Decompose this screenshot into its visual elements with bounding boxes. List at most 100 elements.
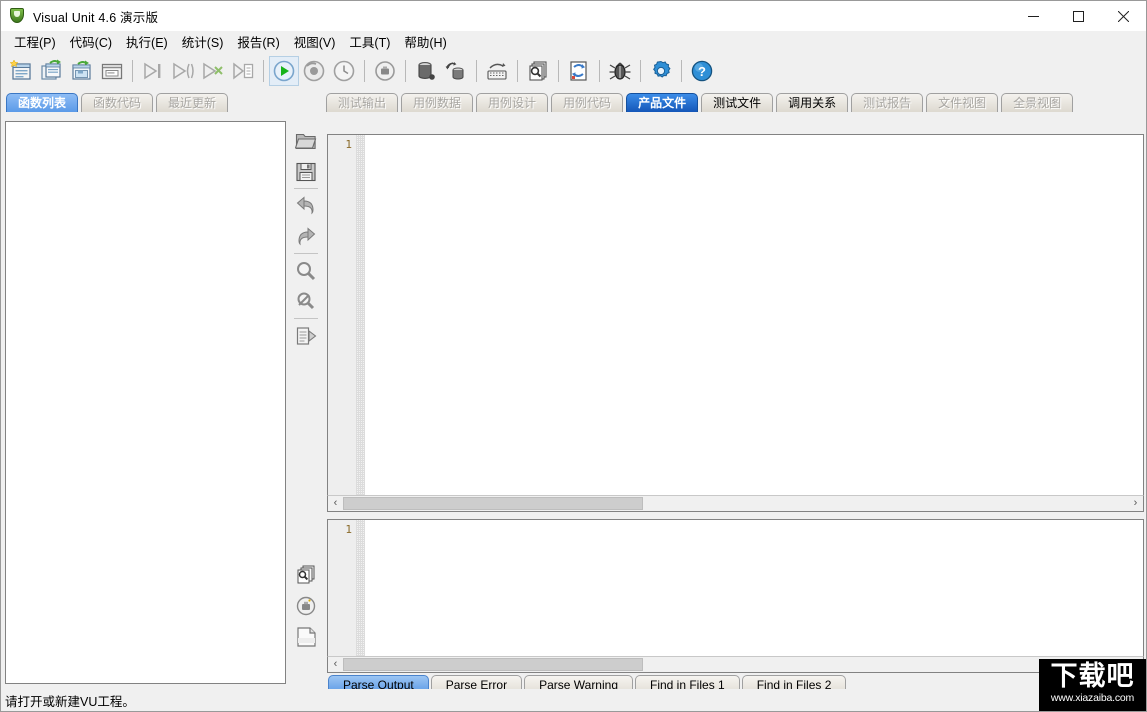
maximize-icon[interactable]: [1056, 1, 1101, 31]
tab-panorama-view[interactable]: 全景视图: [1001, 93, 1074, 112]
tab-function-list[interactable]: 函数列表: [6, 93, 79, 112]
toolbar-separator: [364, 60, 365, 82]
toolbar-separator: [558, 60, 559, 82]
tab-product-file[interactable]: 产品文件: [626, 93, 699, 112]
scrollbar-thumb[interactable]: [343, 497, 643, 510]
menu-item-help[interactable]: 帮助(H): [397, 30, 453, 54]
main-toolbar: ?: [1, 54, 1146, 88]
run-block-icon: [168, 56, 198, 86]
status-message: 请打开或新建VU工程。: [5, 694, 135, 709]
window-title: Visual Unit 4.6 演示版: [33, 10, 159, 25]
output-text-area[interactable]: [366, 520, 1143, 672]
parse-output-editor[interactable]: 1: [327, 519, 1144, 673]
run-branch-icon: [198, 56, 228, 86]
find-in-pages-icon[interactable]: [291, 559, 321, 590]
search-icon[interactable]: [291, 255, 321, 286]
clock-icon: [329, 56, 359, 86]
new-page-icon[interactable]: [291, 621, 321, 652]
function-list-panel[interactable]: [5, 121, 286, 684]
menu-item-view[interactable]: 视图(V): [287, 30, 343, 54]
toolbar-separator: [517, 60, 518, 82]
toolbar-separator: [599, 60, 600, 82]
toolbar-separator: [294, 253, 318, 254]
scroll-left-icon[interactable]: ‹: [328, 496, 343, 511]
left-tab-strip: 函数列表 函数代码 最近更新: [6, 92, 231, 112]
project-window-icon[interactable]: [97, 56, 127, 86]
toolbar-separator: [640, 60, 641, 82]
editor-side-toolbar: [289, 125, 323, 365]
undo-icon[interactable]: [291, 190, 321, 221]
tab-case-data[interactable]: 用例数据: [401, 93, 474, 112]
help-icon[interactable]: ?: [687, 56, 717, 86]
toolbar-separator: [294, 318, 318, 319]
toolbar-separator: [405, 60, 406, 82]
editor-horizontal-scrollbar[interactable]: ‹ ›: [327, 495, 1144, 512]
menu-item-code[interactable]: 代码(C): [63, 30, 119, 54]
tab-function-code[interactable]: 函数代码: [81, 93, 154, 112]
tab-test-report[interactable]: 测试报告: [851, 93, 924, 112]
tab-call-relation[interactable]: 调用关系: [776, 93, 849, 112]
target-circle-icon[interactable]: [291, 590, 321, 621]
menu-item-execute[interactable]: 执行(E): [119, 30, 175, 54]
line-number: 1: [345, 138, 352, 151]
watermark-text: 下载吧: [1050, 661, 1135, 692]
editor-gutter: 1: [328, 520, 366, 672]
menu-item-stats[interactable]: 统计(S): [175, 30, 231, 54]
gutter-texture: [356, 520, 365, 672]
tab-test-file[interactable]: 测试文件: [701, 93, 774, 112]
open-folder-icon[interactable]: [291, 125, 321, 156]
menu-bar: 工程(P) 代码(C) 执行(E) 统计(S) 报告(R) 视图(V) 工具(T…: [1, 31, 1146, 53]
new-project-icon[interactable]: [7, 56, 37, 86]
save-floppy-icon[interactable]: [291, 156, 321, 187]
toolbar-separator: [476, 60, 477, 82]
bug-icon[interactable]: [605, 56, 635, 86]
toolbar-separator: [263, 60, 264, 82]
line-number: 1: [345, 523, 352, 536]
scrollbar-track[interactable]: [343, 657, 1128, 672]
output-horizontal-scrollbar[interactable]: ‹ ›: [327, 656, 1144, 673]
svg-text:?: ?: [698, 64, 706, 79]
tab-test-output[interactable]: 测试输出: [326, 93, 399, 112]
shield-icon: [10, 8, 26, 24]
tab-case-code[interactable]: 用例代码: [551, 93, 624, 112]
target-circle-icon: [370, 56, 400, 86]
scrollbar-thumb[interactable]: [343, 658, 643, 671]
refresh-file-icon[interactable]: [564, 56, 594, 86]
tab-case-design[interactable]: 用例设计: [476, 93, 549, 112]
menu-item-project[interactable]: 工程(P): [7, 30, 63, 54]
scroll-right-icon[interactable]: ›: [1128, 496, 1143, 511]
tab-recent-updates[interactable]: 最近更新: [156, 93, 229, 112]
play-icon[interactable]: [269, 56, 299, 86]
toolbar-separator: [681, 60, 682, 82]
database-sync-icon[interactable]: [441, 56, 471, 86]
toolbar-separator: [294, 188, 318, 189]
scroll-left-icon[interactable]: ‹: [328, 657, 343, 672]
gutter-texture: [356, 135, 365, 511]
application-window: Visual Unit 4.6 演示版 工程(P) 代码(C) 执行(E) 统计…: [0, 0, 1147, 712]
run-step-icon: [138, 56, 168, 86]
right-tab-strip: 测试输出 用例数据 用例设计 用例代码 产品文件 测试文件 调用关系 测试报告 …: [326, 92, 1076, 112]
keyboard-icon[interactable]: [482, 56, 512, 86]
save-project-icon[interactable]: [67, 56, 97, 86]
window-controls: [1011, 1, 1146, 31]
output-side-toolbar: [289, 559, 323, 669]
refresh-circle-icon: [299, 56, 329, 86]
database-icon[interactable]: [411, 56, 441, 86]
goto-line-icon[interactable]: [291, 320, 321, 351]
minimize-icon[interactable]: [1011, 1, 1056, 31]
menu-item-report[interactable]: 报告(R): [230, 30, 286, 54]
editor-text-area[interactable]: [366, 135, 1143, 511]
scrollbar-track[interactable]: [343, 496, 1128, 511]
status-bar: 请打开或新建VU工程。: [1, 689, 1146, 711]
search-cancel-icon[interactable]: [291, 286, 321, 317]
tab-file-view[interactable]: 文件视图: [926, 93, 999, 112]
title-bar: Visual Unit 4.6 演示版: [1, 1, 1146, 31]
product-file-editor[interactable]: 1: [327, 134, 1144, 512]
settings-gear-icon[interactable]: [646, 56, 676, 86]
find-pages-icon[interactable]: [523, 56, 553, 86]
close-icon[interactable]: [1101, 1, 1146, 31]
toolbar-separator: [132, 60, 133, 82]
redo-icon[interactable]: [291, 221, 321, 252]
open-project-icon[interactable]: [37, 56, 67, 86]
menu-item-tools[interactable]: 工具(T): [342, 30, 397, 54]
